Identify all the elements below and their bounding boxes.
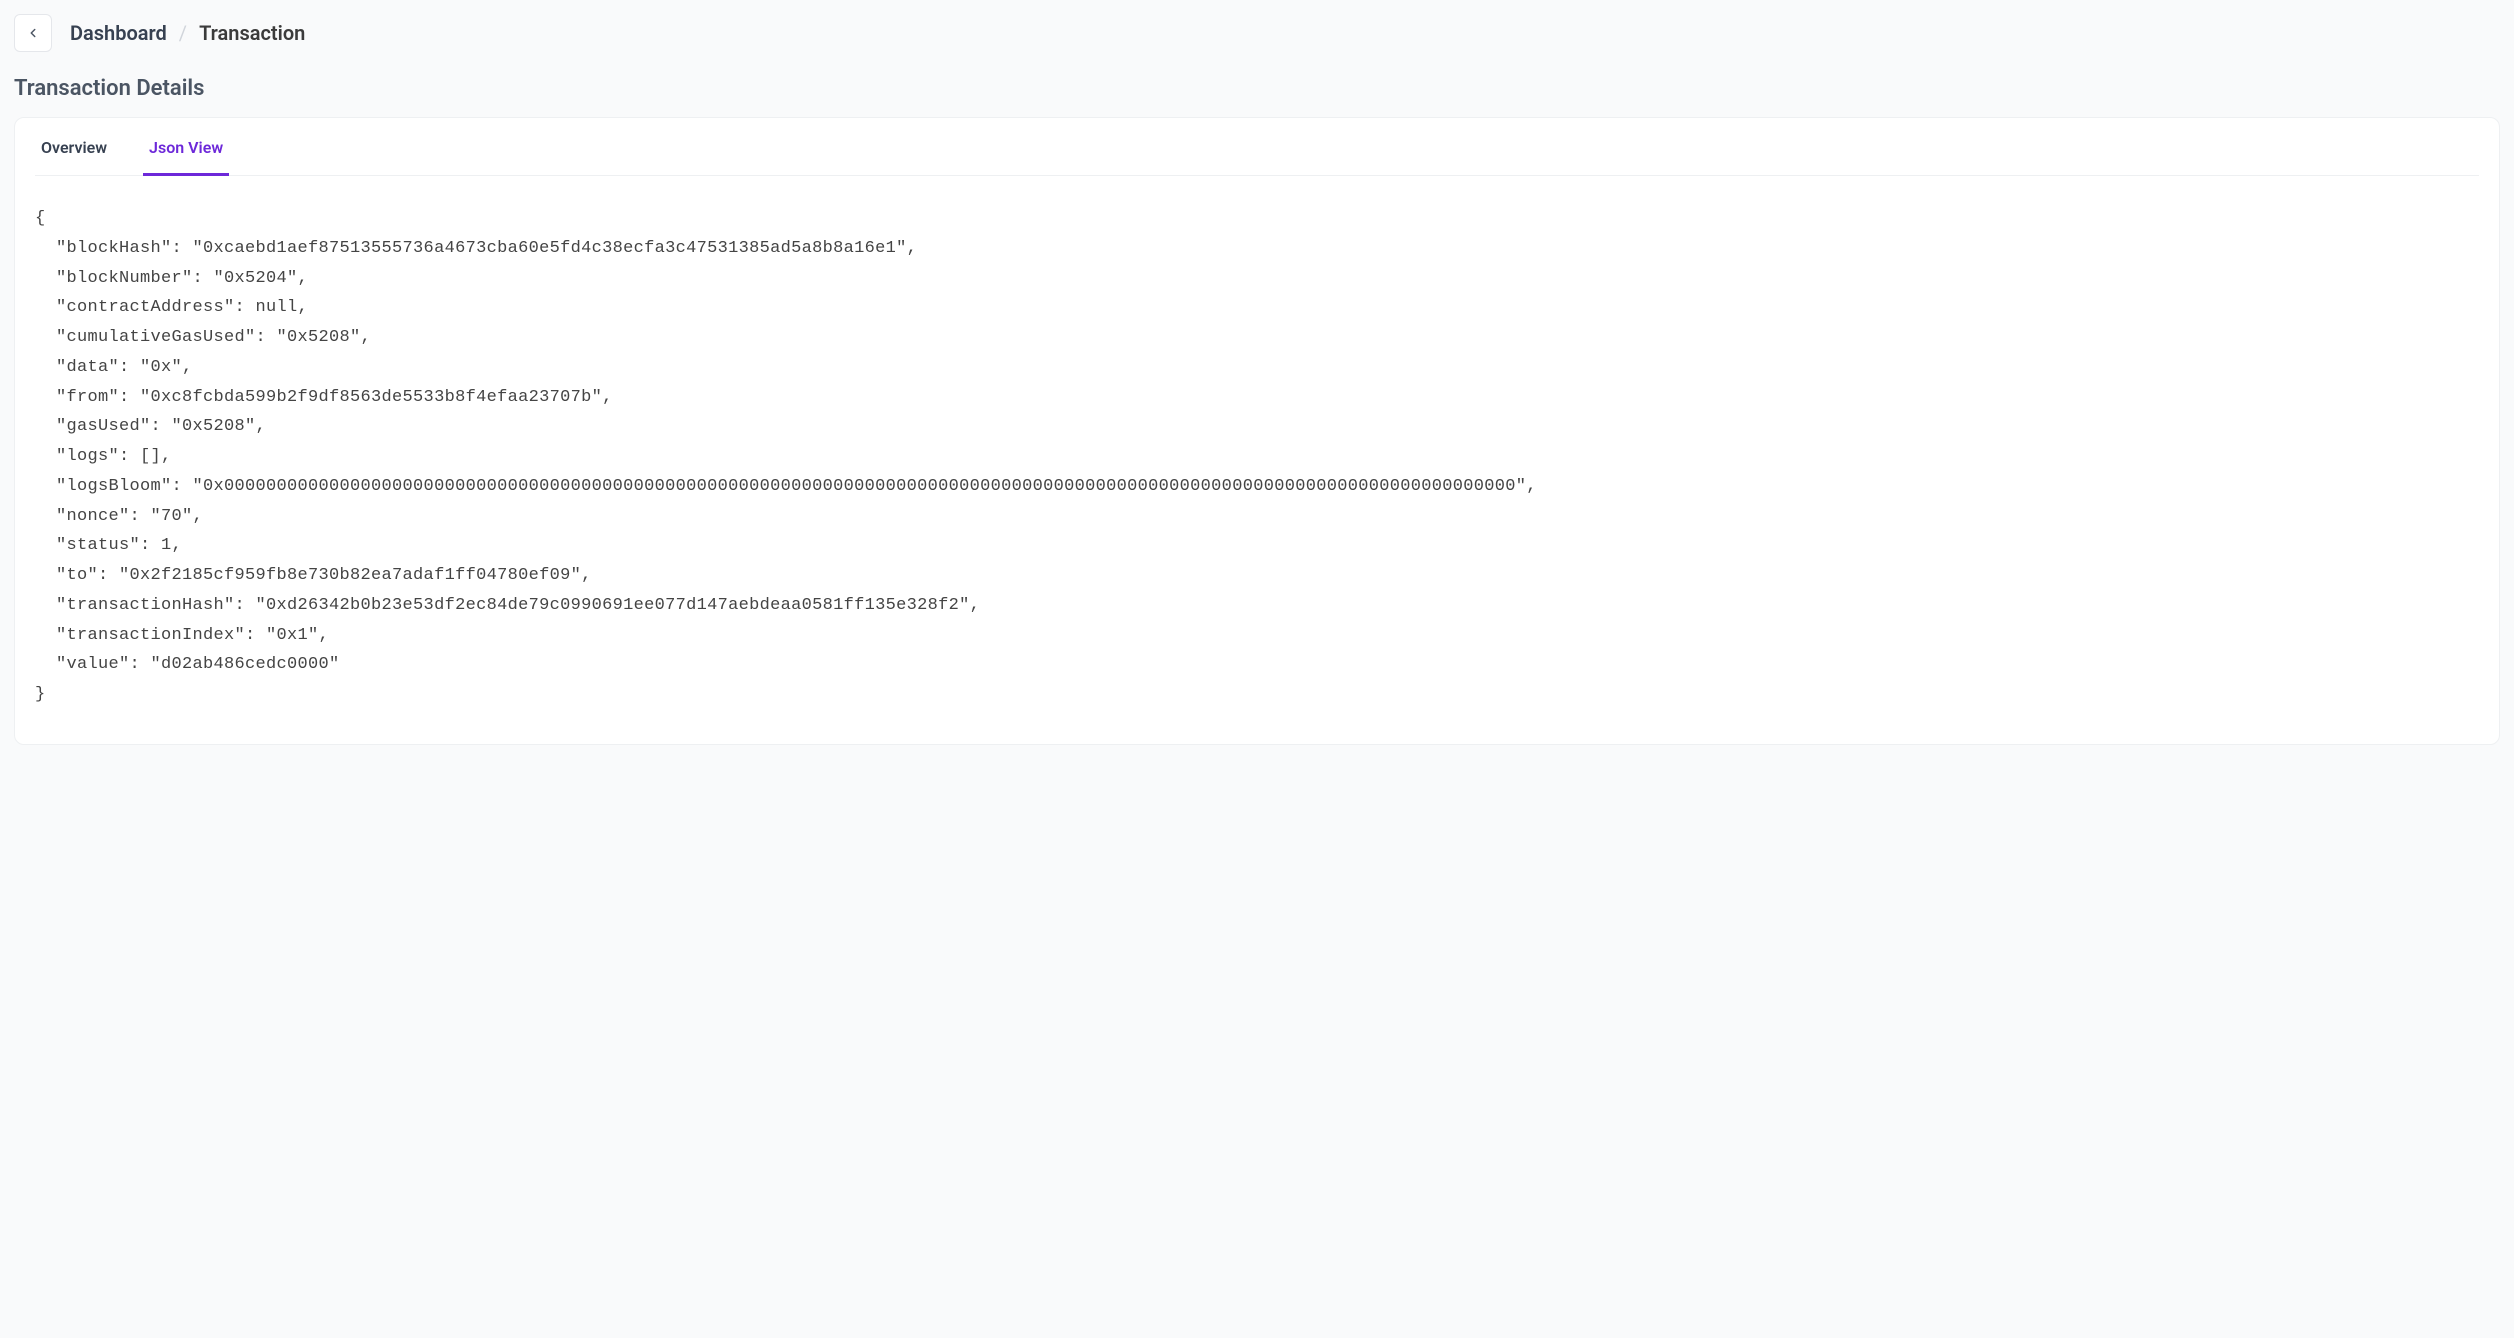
back-button[interactable] <box>14 14 52 52</box>
header-row: Dashboard / Transaction <box>14 14 2500 52</box>
breadcrumb-home[interactable]: Dashboard <box>70 21 167 45</box>
chevron-left-icon <box>26 26 40 40</box>
page-root: Dashboard / Transaction Transaction Deta… <box>0 0 2514 759</box>
breadcrumb-current: Transaction <box>199 21 305 45</box>
transaction-json: { "blockHash": "0xcaebd1aef87513555736a4… <box>35 204 2479 710</box>
page-title: Transaction Details <box>14 76 2500 101</box>
details-card: Overview Json View { "blockHash": "0xcae… <box>14 117 2500 745</box>
breadcrumb-separator: / <box>179 21 187 45</box>
tab-overview[interactable]: Overview <box>35 118 113 176</box>
json-scroll-area[interactable]: { "blockHash": "0xcaebd1aef87513555736a4… <box>35 204 2479 724</box>
breadcrumb: Dashboard / Transaction <box>70 21 305 45</box>
tabs: Overview Json View <box>35 118 2479 176</box>
tab-json-view[interactable]: Json View <box>143 118 229 176</box>
